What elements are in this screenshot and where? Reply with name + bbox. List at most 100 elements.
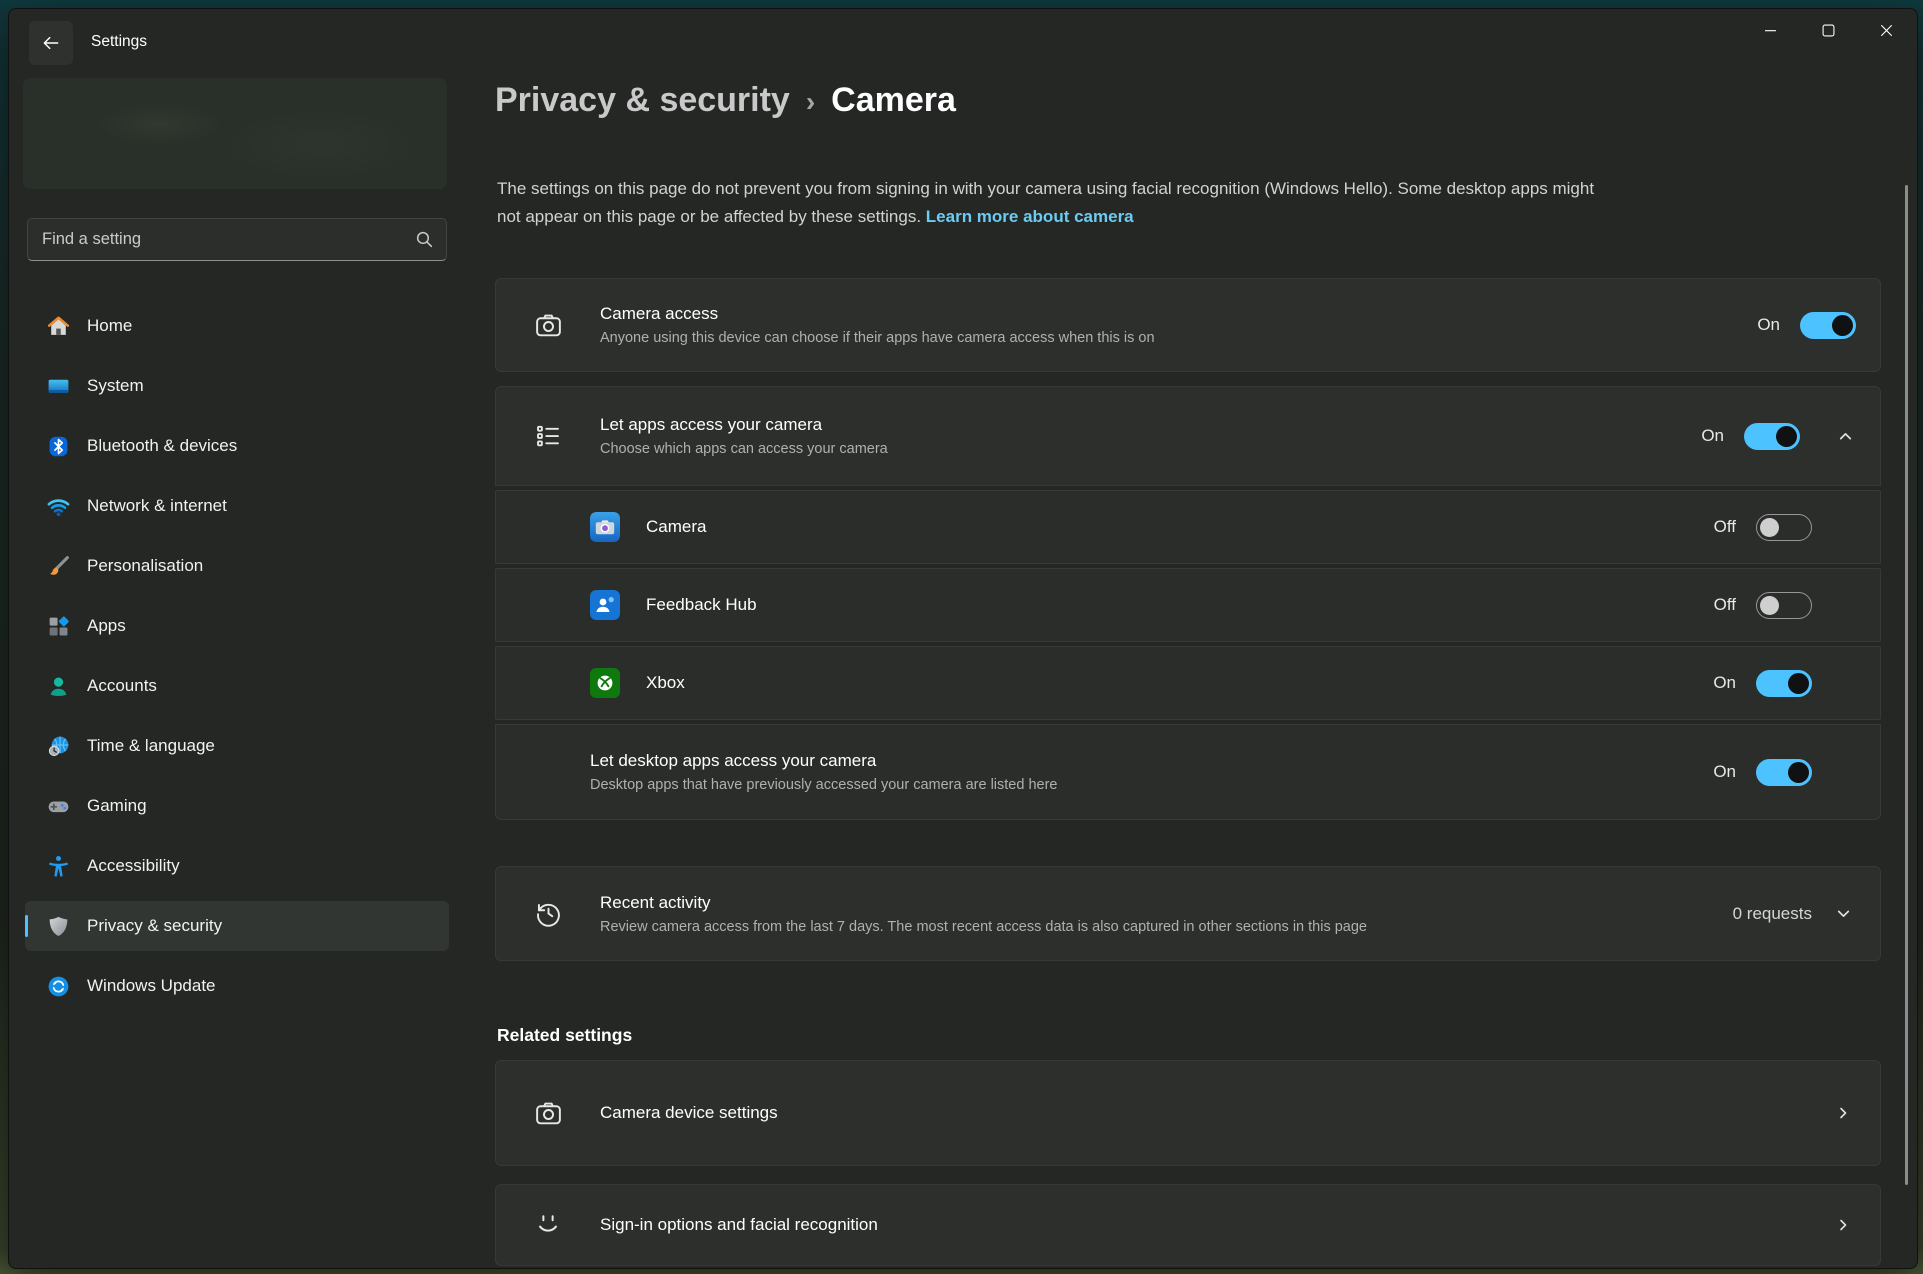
app-row-feedback-hub: Feedback Hub Off xyxy=(495,568,1881,642)
breadcrumb-separator-icon: › xyxy=(806,86,815,118)
app-row-name: Xbox xyxy=(646,673,685,693)
camera-icon xyxy=(532,310,564,341)
personalisation-brush-icon xyxy=(45,553,71,579)
toggle-knob xyxy=(1776,426,1797,447)
home-icon xyxy=(45,313,71,339)
back-button[interactable] xyxy=(29,21,73,65)
bluetooth-icon xyxy=(45,433,71,459)
sidebar-item-home[interactable]: Home xyxy=(25,301,449,351)
breadcrumb-parent[interactable]: Privacy & security xyxy=(495,81,790,120)
camera-app-icon xyxy=(590,512,620,542)
sidebar-item-network-internet[interactable]: Network & internet xyxy=(25,481,449,531)
chevron-right-icon xyxy=(1832,1105,1854,1121)
sign-in-smile-icon xyxy=(532,1210,564,1240)
page-description-line2: not appear on this page or be affected b… xyxy=(497,207,921,226)
recent-activity-count: 0 requests xyxy=(1733,904,1812,924)
page-description: The settings on this page do not prevent… xyxy=(497,175,1594,231)
toggle-knob xyxy=(1760,518,1779,537)
desktop-apps-description: Desktop apps that have previously access… xyxy=(590,777,1057,793)
sidebar-item-accessibility[interactable]: Accessibility xyxy=(25,841,449,891)
maximize-icon xyxy=(1822,24,1835,37)
accounts-person-icon xyxy=(45,673,71,699)
sign-in-options-card[interactable]: Sign-in options and facial recognition xyxy=(495,1184,1881,1266)
search-box xyxy=(27,218,447,261)
recent-activity-card[interactable]: Recent activity Review camera access fro… xyxy=(495,866,1881,961)
camera-access-card: Camera access Anyone using this device c… xyxy=(495,278,1881,372)
sidebar-item-accounts[interactable]: Accounts xyxy=(25,661,449,711)
breadcrumb: Privacy & security › Camera xyxy=(495,81,956,120)
desktop-apps-state-label: On xyxy=(1713,762,1736,782)
let-apps-expander-header[interactable]: Let apps access your camera Choose which… xyxy=(495,386,1881,486)
minimize-button[interactable] xyxy=(1741,9,1799,51)
window-controls xyxy=(1741,9,1915,51)
apps-grid-icon xyxy=(45,613,71,639)
app-row-camera: Camera Off xyxy=(495,490,1881,564)
chevron-up-icon[interactable] xyxy=(1834,428,1856,445)
sidebar-item-privacy-security[interactable]: Privacy & security xyxy=(25,901,449,951)
app-row-name: Feedback Hub xyxy=(646,595,757,615)
close-icon xyxy=(1880,24,1893,37)
camera-device-settings-label: Camera device settings xyxy=(600,1103,778,1123)
sidebar-item-windows-update[interactable]: Windows Update xyxy=(25,961,449,1011)
close-button[interactable] xyxy=(1857,9,1915,51)
system-icon xyxy=(45,373,71,399)
camera-device-settings-card[interactable]: Camera device settings xyxy=(495,1060,1881,1166)
desktop-apps-card: Let desktop apps access your camera Desk… xyxy=(495,724,1881,820)
feedback-hub-toggle[interactable] xyxy=(1756,592,1812,619)
camera-access-title: Camera access xyxy=(600,304,1155,324)
recent-activity-description: Review camera access from the last 7 day… xyxy=(600,919,1367,935)
let-apps-title: Let apps access your camera xyxy=(600,415,888,435)
chevron-down-icon[interactable] xyxy=(1832,905,1854,922)
toggle-knob xyxy=(1788,762,1809,783)
sidebar-item-apps[interactable]: Apps xyxy=(25,601,449,651)
scrollbar-thumb[interactable] xyxy=(1905,185,1908,1185)
sidebar-item-gaming[interactable]: Gaming xyxy=(25,781,449,831)
time-language-globe-clock-icon xyxy=(45,733,71,759)
accessibility-person-icon xyxy=(45,853,71,879)
gaming-controller-icon xyxy=(45,793,71,819)
privacy-security-shield-icon xyxy=(45,913,71,939)
toggle-knob xyxy=(1788,673,1809,694)
let-apps-description: Choose which apps can access your camera xyxy=(600,441,888,457)
search-input[interactable] xyxy=(28,230,415,249)
desktop-apps-title: Let desktop apps access your camera xyxy=(590,751,1057,771)
app-row-xbox: Xbox On xyxy=(495,646,1881,720)
sidebar-item-personalisation[interactable]: Personalisation xyxy=(25,541,449,591)
app-title: Settings xyxy=(91,33,147,51)
related-settings-heading: Related settings xyxy=(497,1025,632,1046)
let-apps-toggle[interactable] xyxy=(1744,423,1800,450)
page-title: Camera xyxy=(831,81,956,120)
search-icon xyxy=(415,230,434,249)
windows-update-icon xyxy=(45,973,71,999)
minimize-icon xyxy=(1764,24,1777,37)
xbox-toggle[interactable] xyxy=(1756,670,1812,697)
page-description-line1: The settings on this page do not prevent… xyxy=(497,179,1594,198)
app-row-state-label: Off xyxy=(1714,595,1736,615)
history-icon xyxy=(532,898,564,929)
settings-window: Settings Home System Bluetooth & device xyxy=(8,8,1918,1269)
sign-in-options-label: Sign-in options and facial recognition xyxy=(600,1215,878,1235)
app-row-state-label: Off xyxy=(1714,517,1736,537)
camera-icon xyxy=(532,1098,564,1129)
sidebar-item-time-language[interactable]: Time & language xyxy=(25,721,449,771)
camera-access-state-label: On xyxy=(1757,315,1780,335)
chevron-right-icon xyxy=(1832,1217,1854,1233)
desktop-apps-toggle[interactable] xyxy=(1756,759,1812,786)
toggle-knob xyxy=(1760,596,1779,615)
camera-access-toggle[interactable] xyxy=(1800,312,1856,339)
learn-more-link[interactable]: Learn more about camera xyxy=(926,207,1134,226)
camera-access-description: Anyone using this device can choose if t… xyxy=(600,330,1155,346)
sidebar-nav: Home System Bluetooth & devices Network … xyxy=(25,301,449,1021)
sidebar-item-bluetooth-devices[interactable]: Bluetooth & devices xyxy=(25,421,449,471)
toggle-knob xyxy=(1832,315,1853,336)
sidebar-hero-image xyxy=(23,78,447,189)
recent-activity-title: Recent activity xyxy=(600,893,1367,913)
app-row-state-label: On xyxy=(1713,673,1736,693)
xbox-app-icon xyxy=(590,668,620,698)
feedback-hub-icon xyxy=(590,590,620,620)
app-row-name: Camera xyxy=(646,517,706,537)
sidebar-item-system[interactable]: System xyxy=(25,361,449,411)
network-wifi-icon xyxy=(45,493,71,519)
camera-app-toggle[interactable] xyxy=(1756,514,1812,541)
maximize-button[interactable] xyxy=(1799,9,1857,51)
